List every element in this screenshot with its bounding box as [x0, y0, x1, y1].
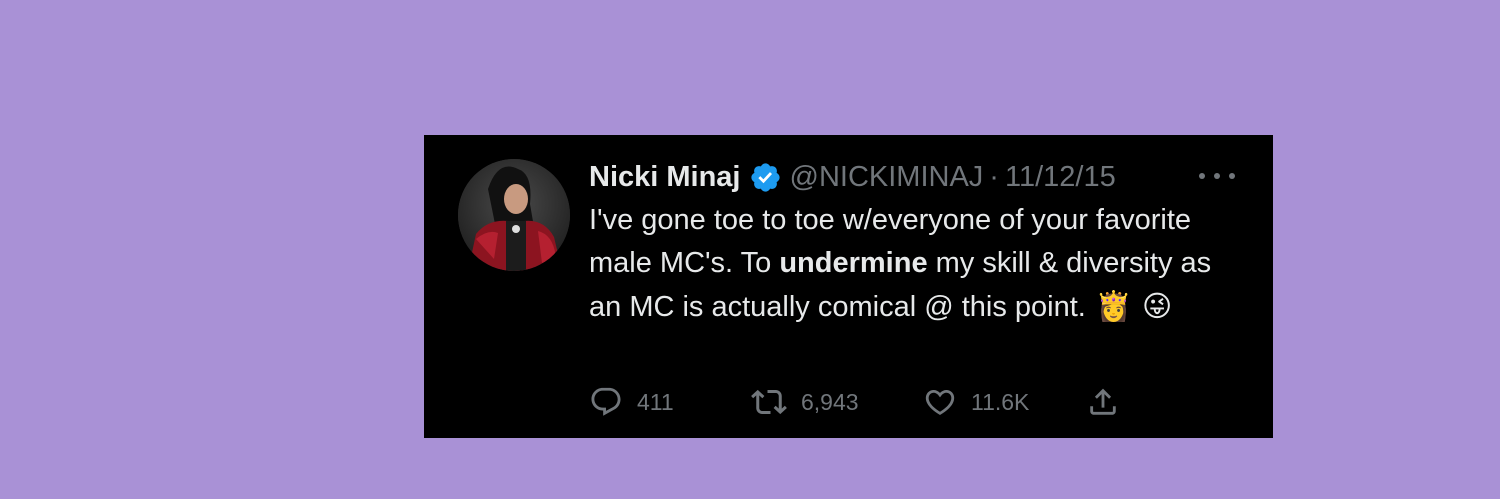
more-dot-icon: [1199, 173, 1205, 179]
reply-button[interactable]: 411: [589, 383, 674, 421]
share-button[interactable]: [1086, 383, 1120, 421]
retweet-count: 6,943: [801, 388, 859, 415]
winking-tongue-emoji: 😜: [1141, 289, 1173, 323]
display-name[interactable]: Nicki Minaj: [589, 155, 741, 199]
user-handle[interactable]: @NICKIMINAJ: [790, 155, 984, 199]
like-button[interactable]: 11.6K: [923, 383, 1029, 421]
avatar[interactable]: [458, 159, 570, 271]
tweet-date[interactable]: 11/12/15: [1005, 155, 1116, 199]
tweet-card[interactable]: Nicki Minaj @NICKIMINAJ · 11/12/15 I've …: [424, 135, 1273, 438]
tweet-text-bold: undermine: [779, 247, 928, 279]
reply-count: 411: [637, 388, 674, 415]
more-options-button[interactable]: [1199, 162, 1235, 190]
retweet-icon: [751, 384, 787, 420]
avatar-image: [458, 159, 570, 271]
tweet-actions: 411 6,943 11.6K: [589, 383, 1149, 421]
tweet-header: Nicki Minaj @NICKIMINAJ · 11/12/15: [589, 155, 1116, 199]
more-dot-icon: [1229, 173, 1235, 179]
reply-icon: [589, 385, 623, 419]
princess-emoji: 👸: [1095, 289, 1132, 323]
like-count: 11.6K: [971, 388, 1030, 415]
more-dot-icon: [1214, 173, 1220, 179]
share-icon: [1086, 385, 1120, 419]
verified-badge-icon: [749, 161, 782, 194]
heart-icon: [923, 385, 957, 419]
retweet-button[interactable]: 6,943: [751, 383, 859, 421]
separator: ·: [989, 161, 999, 193]
tweet-text: I've gone toe to toe w/everyone of your …: [589, 199, 1249, 329]
